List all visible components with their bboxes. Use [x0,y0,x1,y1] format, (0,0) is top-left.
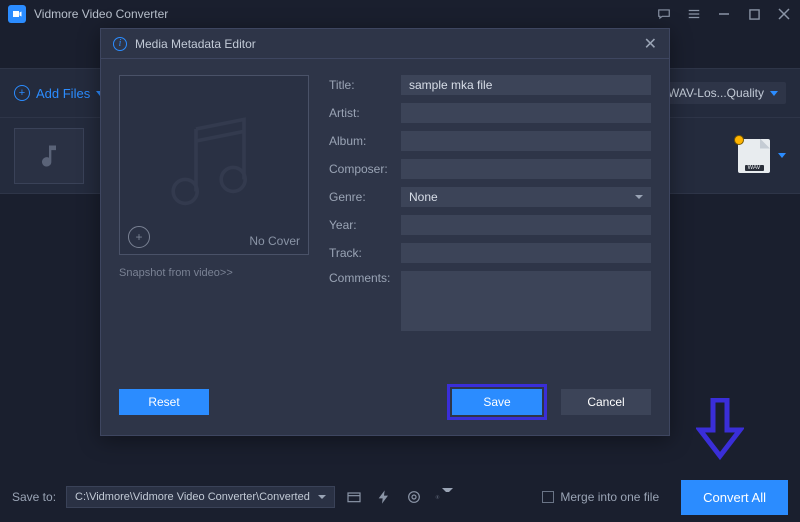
file-thumbnail[interactable] [14,128,84,184]
file-output-format[interactable]: WAV [738,139,786,173]
titlebar: Vidmore Video Converter [0,0,800,28]
bottom-bar: Save to: C:\Vidmore\Vidmore Video Conver… [0,472,800,522]
info-icon: i [113,37,127,51]
dialog-header: i Media Metadata Editor ✕ [101,29,669,59]
wav-label: WAV [745,165,764,171]
dialog-title: Media Metadata Editor [135,37,644,51]
cover-column: + No Cover Snapshot from video>> [119,75,309,369]
reset-button[interactable]: Reset [119,389,209,415]
save-button[interactable]: Save [452,389,542,415]
artist-label: Artist: [329,106,391,120]
album-input[interactable] [401,131,651,151]
hardware-accel-icon[interactable] [375,488,393,506]
app-logo [8,5,26,23]
feedback-icon[interactable] [656,6,672,22]
high-speed-icon[interactable] [405,488,423,506]
metadata-editor-dialog: i Media Metadata Editor ✕ + No Cover Sna… [100,28,670,436]
open-folder-icon[interactable] [345,488,363,506]
comments-label: Comments: [329,271,391,285]
close-icon[interactable] [776,6,792,22]
chevron-down-icon [770,91,778,96]
output-format-label: WAV-Los...Quality [668,86,764,100]
music-note-icon [120,76,308,254]
annotation-arrow-icon [696,398,744,460]
track-label: Track: [329,246,391,260]
cover-art-box: + No Cover [119,75,309,255]
save-highlight: Save [447,384,547,420]
chevron-down-icon[interactable] [778,153,786,158]
output-format-select[interactable]: WAV-Los...Quality [660,82,786,104]
metadata-form: Title: Artist: Album: Composer: Genre: N… [329,75,651,369]
album-label: Album: [329,134,391,148]
dialog-footer: Reset Save Cancel [101,379,669,435]
chevron-down-icon [635,195,643,199]
close-icon[interactable]: ✕ [644,34,657,54]
add-files-button[interactable]: + Add Files [14,85,104,101]
app-title: Vidmore Video Converter [34,7,656,21]
menu-icon[interactable] [686,6,702,22]
year-label: Year: [329,218,391,232]
minimize-icon[interactable] [716,6,732,22]
artist-input[interactable] [401,103,651,123]
year-input[interactable] [401,215,651,235]
plus-icon: + [14,85,30,101]
convert-all-button[interactable]: Convert All [681,480,788,515]
maximize-icon[interactable] [746,6,762,22]
window-controls [656,6,792,22]
settings-icon[interactable] [435,488,453,506]
chevron-down-icon [318,495,326,499]
composer-label: Composer: [329,162,391,176]
title-label: Title: [329,78,391,92]
dialog-body: + No Cover Snapshot from video>> Title: … [101,59,669,379]
genre-value: None [409,190,438,204]
merge-label: Merge into one file [560,490,659,504]
bottom-icons [345,488,453,506]
save-path-value: C:\Vidmore\Vidmore Video Converter\Conve… [75,491,310,503]
merge-checkbox[interactable]: Merge into one file [542,490,659,504]
genre-label: Genre: [329,190,391,204]
save-path-select[interactable]: C:\Vidmore\Vidmore Video Converter\Conve… [66,486,335,508]
add-files-label: Add Files [36,86,90,101]
snapshot-link[interactable]: Snapshot from video>> [119,267,309,279]
cancel-button[interactable]: Cancel [561,389,651,415]
wav-file-icon: WAV [738,139,770,173]
composer-input[interactable] [401,159,651,179]
title-input[interactable] [401,75,651,95]
track-input[interactable] [401,243,651,263]
checkbox-icon [542,491,554,503]
genre-select[interactable]: None [401,187,651,207]
comments-input[interactable] [401,271,651,331]
save-to-label: Save to: [12,490,56,504]
